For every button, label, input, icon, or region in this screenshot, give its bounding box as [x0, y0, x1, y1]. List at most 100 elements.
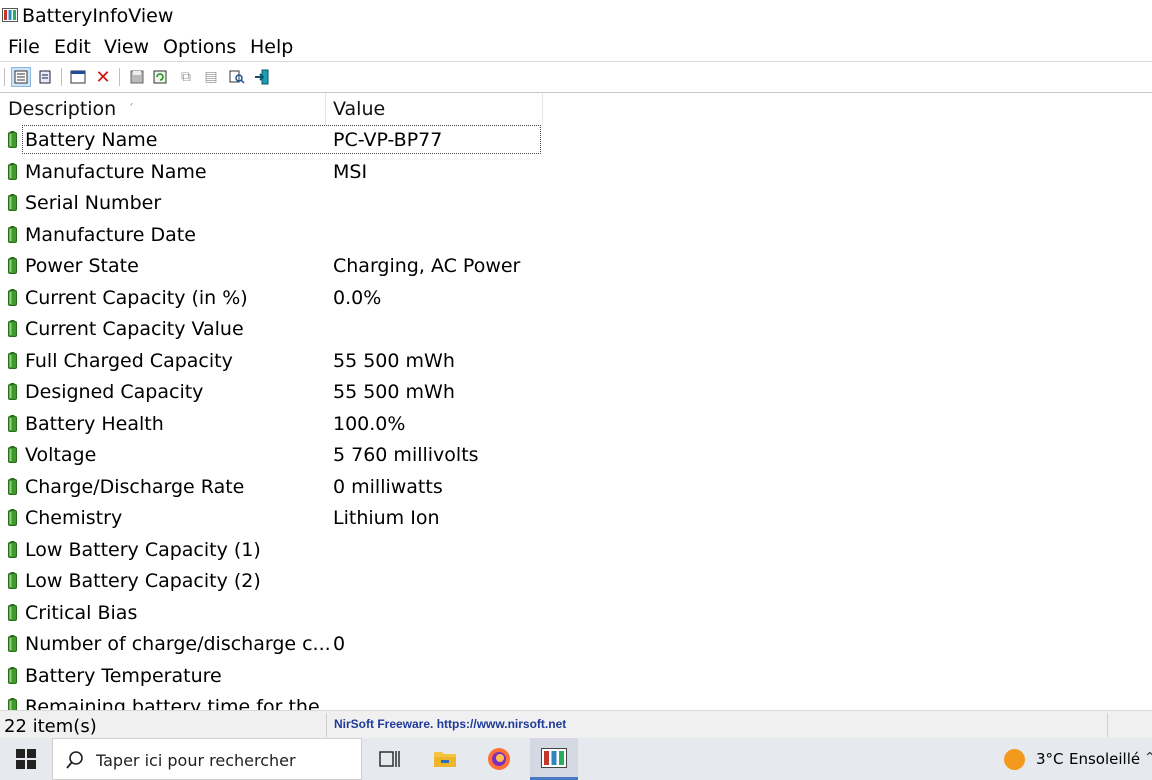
row-description: Voltage — [25, 444, 97, 466]
battery-icon — [8, 572, 17, 589]
list-row[interactable]: Current Capacity Value — [0, 314, 1152, 345]
menu-edit[interactable]: Edit — [54, 36, 91, 58]
row-value: MSI — [333, 160, 368, 183]
list-row[interactable]: Low Battery Capacity (2) — [0, 566, 1152, 597]
battery-info-list[interactable]: Description ˊ Value Battery Name PC-VP-BP… — [0, 93, 1152, 710]
battery-icon — [8, 477, 17, 495]
list-header: Description ˊ Value — [0, 93, 1152, 125]
find-icon[interactable] — [227, 67, 247, 87]
windows-logo-icon — [16, 749, 36, 769]
battery-icon — [8, 635, 17, 652]
list-row[interactable]: Charge/Discharge Rate 0 milliwatts — [0, 472, 1152, 503]
status-divider — [1107, 713, 1108, 737]
row-description: Serial Number — [25, 192, 162, 214]
search-placeholder: Taper ici pour rechercher — [96, 751, 296, 770]
list-row[interactable]: Manufacture Name MSI — [0, 157, 1152, 188]
battery-icon — [8, 603, 17, 621]
start-button[interactable] — [0, 738, 52, 780]
nirsoft-link[interactable]: NirSoft Freeware. https://www.nirsoft.ne… — [334, 717, 566, 731]
file-explorer-icon[interactable] — [421, 738, 469, 780]
row-description: Chemistry — [25, 507, 123, 529]
list-row[interactable]: Serial Number — [0, 188, 1152, 219]
battery-icon — [8, 698, 17, 710]
list-row[interactable]: Battery Health 100.0% — [0, 409, 1152, 440]
list-row[interactable]: Designed Capacity 55 500 mWh — [0, 377, 1152, 408]
row-description: Low Battery Capacity (2) — [25, 570, 261, 592]
status-divider — [326, 713, 327, 737]
row-description: Charge/Discharge Rate — [25, 475, 245, 498]
row-description: Low Battery Capacity (1) — [25, 538, 261, 561]
row-value: Lithium Ion — [333, 507, 440, 529]
firefox-icon[interactable] — [475, 738, 523, 780]
battery-icon — [8, 288, 17, 306]
battery-icon — [8, 131, 17, 148]
toolbar: ✕ ⧉ ▤ — [0, 61, 1152, 93]
row-description: Current Capacity Value — [25, 318, 244, 340]
window-title: BatteryInfoView — [22, 5, 174, 27]
battery-icon — [8, 446, 17, 463]
copy-icon[interactable]: ⧉ — [176, 67, 196, 87]
column-divider[interactable] — [542, 93, 543, 125]
list-row[interactable]: Number of charge/discharge c... 0 — [0, 629, 1152, 660]
row-description: Current Capacity (in %) — [25, 286, 248, 309]
column-header-description[interactable]: Description — [8, 93, 116, 125]
column-divider[interactable] — [325, 93, 326, 125]
row-value: 100.0% — [333, 412, 406, 435]
menu-help[interactable]: Help — [250, 36, 293, 58]
taskbar-search[interactable]: Taper ici pour rechercher — [52, 738, 362, 780]
refresh-icon[interactable] — [150, 67, 170, 87]
row-description: Battery Temperature — [25, 664, 222, 687]
menu-file[interactable]: File — [8, 36, 40, 58]
title-bar: BatteryInfoView — [0, 0, 1152, 32]
tray-chevron-icon[interactable]: ⌃ — [1144, 750, 1152, 766]
row-description: Number of charge/discharge c... — [25, 633, 331, 655]
row-value: 0 milliwatts — [333, 475, 443, 498]
battery-icon — [8, 225, 17, 243]
row-description: Manufacture Date — [25, 223, 196, 246]
delete-icon[interactable]: ✕ — [93, 67, 113, 88]
status-bar: 22 item(s) NirSoft Freeware. https://www… — [0, 710, 1152, 739]
clipboard-icon[interactable] — [35, 67, 55, 87]
list-row[interactable]: Chemistry Lithium Ion — [0, 503, 1152, 534]
task-view-icon[interactable] — [366, 738, 414, 780]
row-value: 0.0% — [333, 286, 382, 309]
list-row[interactable]: Manufacture Date — [0, 220, 1152, 251]
battery-icon — [8, 383, 17, 400]
toolbar-separator — [119, 68, 120, 86]
battery-icon — [8, 257, 17, 274]
row-value: 55 500 mWh — [333, 381, 455, 403]
windows-taskbar: Taper ici pour rechercher 3°C Ensoleillé… — [0, 738, 1152, 780]
row-description: Manufacture Name — [25, 160, 207, 183]
list-row[interactable]: Low Battery Capacity (1) — [0, 535, 1152, 566]
app-icon — [2, 8, 18, 22]
battery-icon — [8, 414, 17, 432]
row-description: Battery Health — [25, 412, 164, 435]
weather-condition: Ensoleillé — [1069, 750, 1141, 768]
list-row[interactable]: Battery Temperature — [0, 661, 1152, 692]
sun-icon — [1004, 749, 1025, 770]
list-row[interactable]: Power State Charging, AC Power — [0, 251, 1152, 282]
menu-view[interactable]: View — [104, 36, 149, 58]
row-description: Power State — [25, 255, 139, 277]
row-description: Critical Bias — [25, 601, 138, 624]
list-row[interactable]: Full Charged Capacity 55 500 mWh — [0, 346, 1152, 377]
toolbar-separator — [4, 68, 5, 86]
batteryinfoview-taskbar-icon[interactable] — [530, 738, 578, 780]
row-description: Designed Capacity — [25, 381, 204, 403]
row-value: 5 760 millivolts — [333, 444, 479, 466]
column-header-value[interactable]: Value — [333, 93, 385, 125]
search-icon — [66, 751, 83, 769]
options-icon[interactable]: ▤ — [201, 67, 221, 87]
row-description: Remaining battery time for the... — [25, 696, 338, 710]
battery-icon — [8, 540, 17, 558]
html-report-icon[interactable] — [68, 67, 88, 87]
menu-options[interactable]: Options — [163, 36, 236, 58]
properties-icon[interactable] — [11, 67, 31, 87]
list-row[interactable]: Critical Bias — [0, 598, 1152, 629]
list-row[interactable]: Voltage 5 760 millivolts — [0, 440, 1152, 471]
save-icon[interactable] — [127, 67, 147, 87]
list-row[interactable]: Current Capacity (in %) 0.0% — [0, 283, 1152, 314]
row-value: 55 500 mWh — [333, 349, 455, 372]
list-row[interactable]: Remaining battery time for the... — [0, 692, 1152, 710]
exit-icon[interactable] — [252, 67, 272, 87]
